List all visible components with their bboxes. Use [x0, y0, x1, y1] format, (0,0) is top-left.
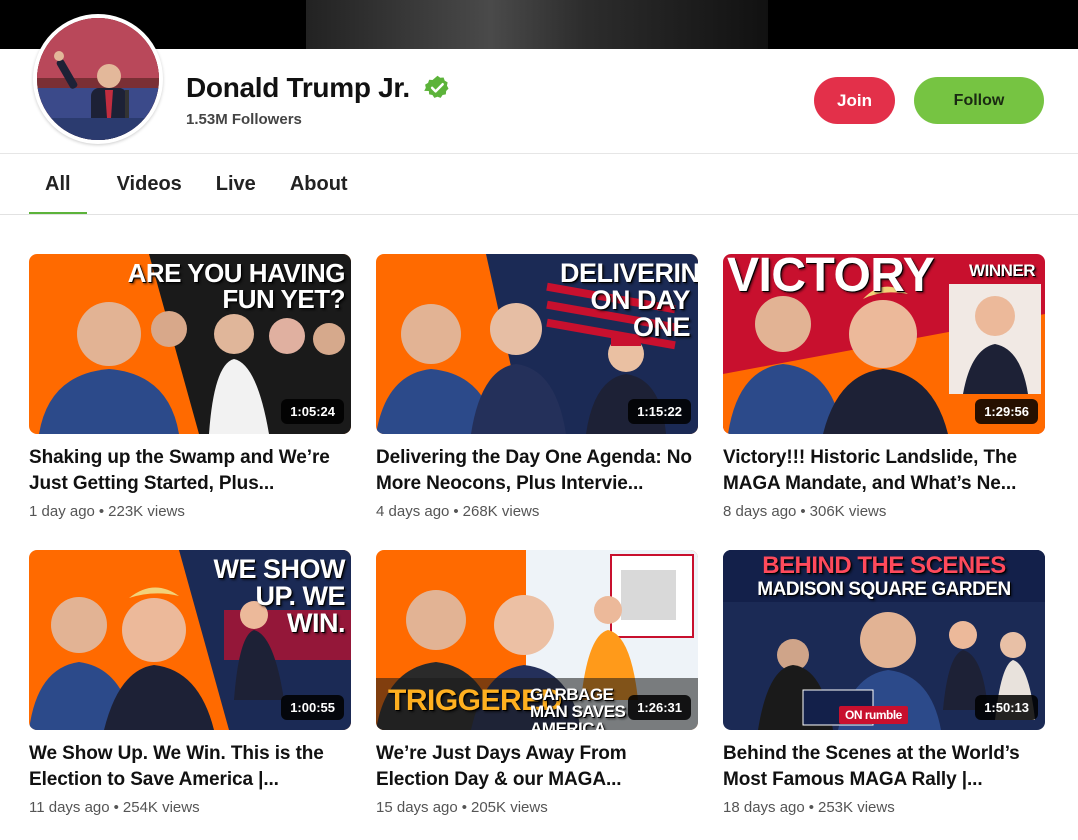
video-card[interactable]: BEHIND THE SCENES MADISON SQUARE GARDEN …: [723, 550, 1045, 816]
video-age: 18 days ago: [723, 799, 805, 816]
tab-about[interactable]: About: [274, 154, 364, 214]
video-age: 11 days ago: [29, 799, 110, 816]
video-thumbnail[interactable]: TRIGGERED GARBAGE MAN SAVES AMERICA 1:26…: [376, 550, 698, 730]
join-button[interactable]: Join: [814, 77, 895, 124]
video-card[interactable]: WE SHOW UP. WE WIN. 1:00:55 We Show Up. …: [29, 550, 351, 816]
thumbnail-subheadline: MADISON SQUARE GARDEN: [757, 579, 1011, 600]
video-duration: 1:29:56: [975, 399, 1038, 424]
channel-avatar[interactable]: [33, 14, 163, 144]
video-meta: 18 days ago • 253K views: [723, 799, 895, 816]
video-views: 223K views: [108, 503, 185, 520]
video-card[interactable]: ARE YOU HAVING FUN YET? 1:05:24 Shaking …: [29, 254, 351, 520]
video-title[interactable]: Behind the Scenes at the World’s Most Fa…: [723, 741, 1045, 793]
video-views: 254K views: [122, 799, 200, 816]
video-views: 268K views: [462, 503, 540, 520]
video-thumbnail[interactable]: WE SHOW UP. WE WIN. 1:00:55: [29, 550, 351, 730]
tabs-divider: [0, 214, 1078, 215]
tab-live[interactable]: Live: [200, 154, 272, 214]
tab-all[interactable]: All: [29, 154, 87, 215]
video-card[interactable]: VICTORY WINNER 1:29:56 Victory!!! Histor…: [723, 254, 1045, 520]
video-title[interactable]: Victory!!! Historic Landslide, The MAGA …: [723, 445, 1045, 497]
video-thumbnail[interactable]: BEHIND THE SCENES MADISON SQUARE GARDEN …: [723, 550, 1045, 730]
video-views: 306K views: [809, 503, 887, 520]
video-meta: 8 days ago • 306K views: [723, 503, 887, 520]
video-age: 15 days ago: [376, 799, 458, 816]
video-duration: 1:50:13: [975, 695, 1038, 720]
video-age: 4 days ago: [376, 503, 450, 520]
video-meta: 15 days ago • 205K views: [376, 799, 548, 816]
thumbnail-headline: VICTORY: [727, 254, 935, 302]
thumbnail-headline: BEHIND THE SCENES: [762, 552, 1006, 579]
video-thumbnail[interactable]: ARE YOU HAVING FUN YET? 1:05:24: [29, 254, 351, 434]
thumbnail-headline: ARE YOU HAVING FUN YET?: [127, 258, 346, 314]
video-duration: 1:26:31: [628, 695, 691, 720]
thumbnail-badge: WINNER: [965, 260, 1039, 281]
video-duration: 1:15:22: [628, 399, 691, 424]
video-views: 205K views: [471, 799, 548, 816]
channel-banner: [0, 0, 1078, 49]
video-title[interactable]: Delivering the Day One Agenda: No More N…: [376, 445, 698, 497]
video-meta: 4 days ago • 268K views: [376, 503, 540, 520]
banner-image: [306, 0, 768, 49]
thumbnail-subheadline: GARBAGE MAN SAVES AMERICA: [530, 685, 626, 730]
video-card[interactable]: DELIVERING ON DAY ONE 1:15:22 Delivering…: [376, 254, 698, 520]
video-meta: 11 days ago • 254K views: [29, 799, 200, 816]
channel-tabs: All Videos Live About: [29, 154, 364, 215]
video-thumbnail[interactable]: VICTORY WINNER 1:29:56: [723, 254, 1045, 434]
channel-name: Donald Trump Jr.: [186, 72, 410, 103]
follower-count: 1.53M Followers: [186, 111, 302, 128]
thumbnail-headline: WE SHOW UP. WE WIN.: [213, 554, 346, 638]
video-age: 8 days ago: [723, 503, 797, 520]
thumbnail-headline: DELIVERING ON DAY ONE: [560, 258, 698, 342]
video-title[interactable]: Shaking up the Swamp and We’re Just Gett…: [29, 445, 351, 497]
video-duration: 1:05:24: [281, 399, 344, 424]
video-title[interactable]: We’re Just Days Away From Election Day &…: [376, 741, 698, 793]
rumble-badge: ON rumble: [839, 706, 908, 724]
verified-badge-icon: [424, 75, 449, 98]
video-views: 253K views: [818, 799, 895, 816]
follow-button[interactable]: Follow: [914, 77, 1044, 124]
video-card[interactable]: TRIGGERED GARBAGE MAN SAVES AMERICA 1:26…: [376, 550, 698, 816]
video-duration: 1:00:55: [281, 695, 344, 720]
video-title[interactable]: We Show Up. We Win. This is the Election…: [29, 741, 351, 793]
tab-videos[interactable]: Videos: [101, 154, 198, 214]
video-age: 1 day ago: [29, 503, 95, 520]
video-thumbnail[interactable]: DELIVERING ON DAY ONE 1:15:22: [376, 254, 698, 434]
video-meta: 1 day ago • 223K views: [29, 503, 185, 520]
avatar-image: [37, 18, 159, 140]
